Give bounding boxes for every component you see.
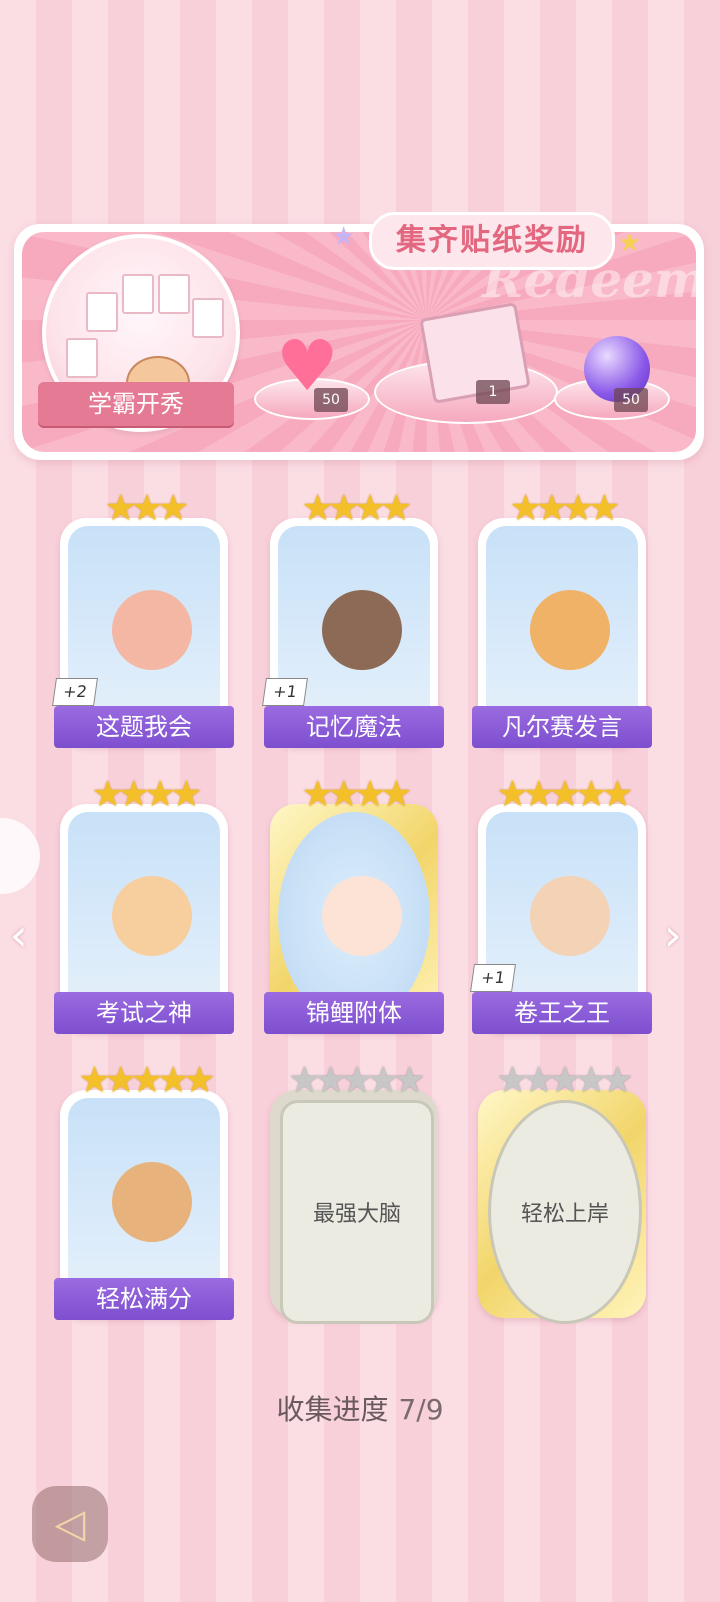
sticker-card-locked[interactable]: 最强大脑 ★★★★★ [270,1060,438,1328]
star-rating: ★★★★ [509,488,620,529]
locked-sticker-label: 轻松上岸 [488,1100,642,1324]
side-menu-tab[interactable] [0,818,40,894]
bonus-tag: +1 [262,678,308,706]
sticker-card[interactable]: ★★★★ 锦鲤附体 [264,774,444,1042]
sticker-card[interactable]: ★★★★ 凡尔赛发言 [472,488,652,756]
angel-cat-sticker-icon [112,876,192,956]
bonus-tag: +1 [470,964,516,992]
paper-icon [66,338,98,378]
sparkle-star-icon: ★ [332,222,356,252]
reward-count: 50 [314,388,348,412]
star-rating: ★★★★★ [288,1060,425,1101]
sticker-label: 考试之神 [54,992,234,1034]
collection-progress: 收集进度 7/9 [0,1388,720,1428]
locked-sticker-label: 最强大脑 [280,1100,434,1324]
sticker-label: 锦鲤附体 [264,992,444,1034]
pink-heart-gem-icon[interactable]: ♥ [276,331,346,401]
sticker-label: 凡尔赛发言 [472,706,652,748]
bear-koi-sticker-icon [322,876,402,956]
star-rating: ★★★★★ [496,1060,633,1101]
sticker-card[interactable]: ★★★ +2 这题我会 [52,488,234,756]
star-rating: ★★★★★ [78,1060,215,1101]
star-rating: ★★★★ [301,774,412,815]
reward-count: 1 [476,380,510,404]
previous-page-arrow-icon[interactable]: ‹ [10,910,28,961]
bonus-tag: +2 [52,678,98,706]
badge-label: 学霸开秀 [38,382,234,426]
otter-wizard-sticker-icon [322,590,402,670]
paper-icon [158,274,190,314]
reward-count: 50 [614,388,648,412]
next-page-arrow-icon[interactable]: › [664,910,682,961]
puppy-sticker-icon [112,1162,192,1242]
sticker-label: 卷王之王 [472,992,652,1034]
progress-label: 收集进度 [276,1393,389,1426]
redeem-title: 集齐贴纸奖励 [369,212,615,270]
star-rating: ★★★ [104,488,190,529]
paper-icon [192,298,224,338]
sticker-label: 轻松满分 [54,1278,234,1320]
lion-sticker-icon [530,590,610,670]
back-button[interactable]: ◁ [32,1486,108,1562]
star-rating: ★★★★ [301,488,412,529]
star-rating: ★★★★★ [496,774,633,815]
sticker-card[interactable]: ★★★★ 考试之神 [54,774,234,1042]
redeem-banner: Redeem 集齐贴纸奖励 ★ ★ 学霸开秀 ♥ 50 1 50 [14,190,707,470]
progress-value: 7/9 [398,1393,444,1426]
paper-icon [86,292,118,332]
gift-box-icon[interactable] [419,302,531,404]
paper-icon [122,274,154,314]
sticker-label: 这题我会 [54,706,234,748]
sticker-card[interactable]: ★★★★★ 轻松满分 [54,1060,234,1328]
studying-cat-sticker-icon [530,876,610,956]
sticker-label: 记忆魔法 [264,706,444,748]
star-rating: ★★★★ [91,774,202,815]
sticker-card-locked[interactable]: 轻松上岸 ★★★★★ [478,1060,646,1328]
sticker-card[interactable]: ★★★★★ +1 卷王之王 [470,774,652,1042]
sparkle-star-icon: ★ [618,228,642,258]
back-arrow-icon: ◁ [54,1501,86,1547]
sticker-card[interactable]: ★★★★ +1 记忆魔法 [262,488,444,756]
bear-sticker-icon [112,590,192,670]
